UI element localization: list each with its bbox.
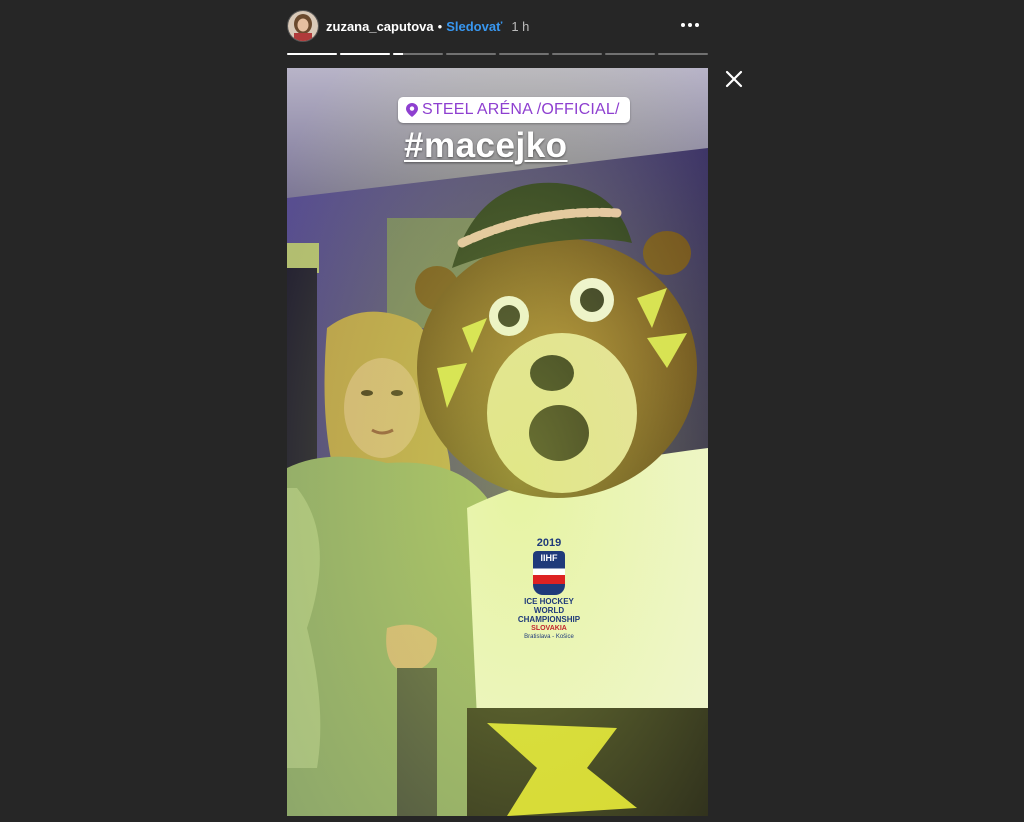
shirt-year: 2019 <box>536 537 562 549</box>
shirt-logo: 2019 IIHF ICE HOCKEY WORLD CHAMPIONSHIP … <box>513 537 585 642</box>
location-sticker[interactable]: STEEL ARÉNA /OFFICIAL/ <box>398 97 630 123</box>
timestamp: 1 h <box>511 18 530 34</box>
follow-button[interactable]: Sledovať <box>446 19 502 34</box>
more-options-icon[interactable] <box>680 17 700 33</box>
separator-dot: • <box>437 18 443 34</box>
avatar[interactable] <box>287 10 319 42</box>
location-pin-icon <box>406 103 418 117</box>
shirt-text-line: ICE HOCKEY <box>524 597 574 606</box>
progress-segment-fill <box>287 53 337 55</box>
iihf-badge-label: IIHF <box>540 553 558 563</box>
close-icon[interactable] <box>724 69 744 89</box>
progress-segment-fill <box>393 53 403 55</box>
hashtag-sticker[interactable]: #macejko <box>404 126 568 166</box>
progress-segment <box>605 53 655 55</box>
shirt-text-line: CHAMPIONSHIP <box>517 615 581 624</box>
progress-segment-fill <box>340 53 390 55</box>
story-photo <box>287 68 708 816</box>
progress-segment <box>499 53 549 55</box>
story-header: zuzana_caputova • Sledovať 1 h <box>287 9 708 43</box>
progress-segment <box>446 53 496 55</box>
progress-segment <box>393 53 443 55</box>
shirt-text-line: WORLD <box>533 606 565 615</box>
shirt-text-line: SLOVAKIA <box>531 625 567 632</box>
progress-segment <box>658 53 708 55</box>
shirt-text-line: Bratislava - Košice <box>524 634 574 640</box>
story-media[interactable]: STEEL ARÉNA /OFFICIAL/ #macejko 2019 IIH… <box>287 68 708 816</box>
username-link[interactable]: zuzana_caputova <box>326 19 434 34</box>
progress-segment <box>287 53 337 55</box>
iihf-badge: IIHF <box>533 551 565 595</box>
progress-segment <box>340 53 390 55</box>
story-progress-bar <box>287 53 708 56</box>
story-viewer: zuzana_caputova • Sledovať 1 h STEEL ARÉ… <box>0 0 1024 822</box>
location-label: STEEL ARÉNA /OFFICIAL/ <box>422 101 620 118</box>
progress-segment <box>552 53 602 55</box>
